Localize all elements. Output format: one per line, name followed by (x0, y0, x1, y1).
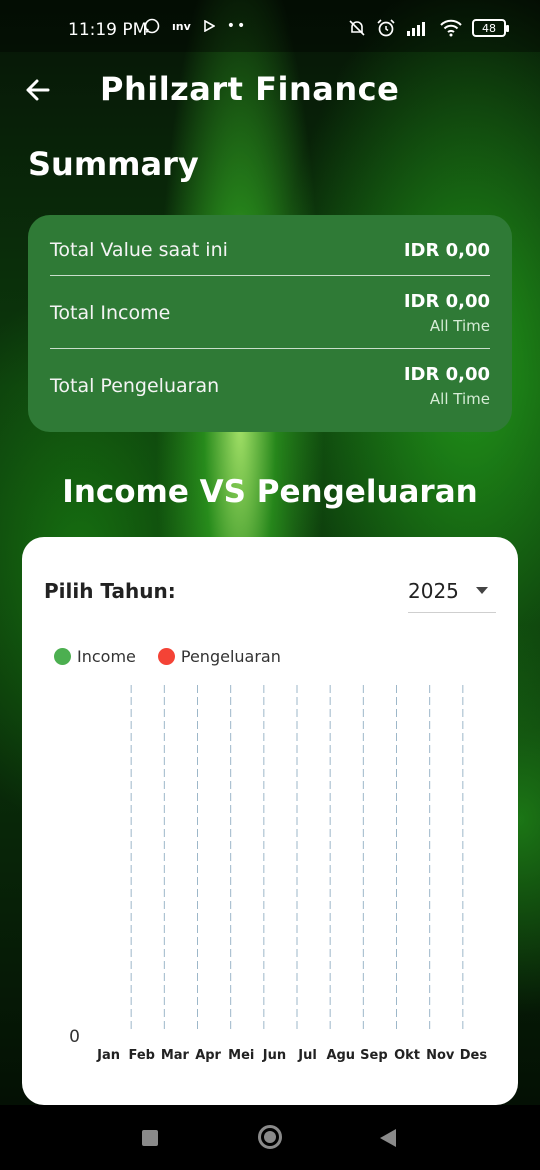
more-dots-icon: •• (226, 18, 248, 34)
summary-row-total-income: Total Income IDR 0,00 All Time (50, 276, 490, 349)
legend-income-dot (54, 648, 71, 665)
summary-row-label: Total Value saat ini (50, 239, 228, 261)
battery-level: 48 (482, 21, 496, 35)
x-tick-label: Apr (195, 1048, 221, 1063)
x-tick-label: Jul (297, 1048, 317, 1063)
play-icon (203, 20, 215, 32)
summary-row-value: IDR 0,00 (403, 364, 490, 385)
x-tick-label: Sep (360, 1048, 388, 1063)
mute-bell-icon (349, 20, 365, 36)
x-tick-label: Mar (161, 1048, 190, 1063)
app-bar: Philzart Finance (0, 52, 540, 128)
year-dropdown[interactable]: 2025 (408, 575, 496, 613)
wifi-icon (440, 19, 462, 37)
summary-row-label: Total Pengeluaran (50, 375, 220, 397)
status-right-icons: 48 (348, 18, 509, 38)
x-tick-label: Agu (326, 1048, 355, 1063)
chart-legend: Income Pengeluaran (54, 647, 281, 666)
app-title: Philzart Finance (100, 70, 400, 108)
arrow-left-icon (26, 79, 50, 101)
summary-row-period: All Time (429, 317, 490, 335)
status-bar: 11:19 PM ınv •• 48 (0, 0, 540, 52)
system-nav-bar (0, 1105, 540, 1170)
summary-title: Summary (28, 145, 199, 183)
y-tick-label: 0 (69, 1027, 80, 1047)
legend-item-income: Income (54, 647, 136, 666)
summary-row-value: IDR 0,00 (403, 291, 490, 312)
summary-row-total-expense: Total Pengeluaran IDR 0,00 All Time (50, 349, 490, 429)
system-back-button[interactable] (380, 1129, 396, 1147)
summary-row-label: Total Income (50, 302, 171, 324)
x-tick-label: Okt (394, 1048, 420, 1063)
year-value: 2025 (408, 579, 459, 603)
battery-icon: 48 (472, 19, 509, 37)
summary-row-total-value: Total Value saat ini IDR 0,00 (50, 215, 490, 276)
legend-income-label: Income (77, 647, 136, 666)
inv-icon: ınv (172, 19, 191, 33)
status-time: 11:19 PM (68, 20, 148, 40)
chart-card: Pilih Tahun: 2025 Income Pengeluaran 0 Ja… (22, 537, 518, 1105)
chart-heading: Income VS Pengeluaran (62, 474, 478, 510)
home-button[interactable] (258, 1125, 282, 1149)
bar-chart: 0 Jan Feb Mar Apr Mei Jun Jul Agu Sep Okt Nov Des (69, 685, 488, 1063)
summary-card: Total Value saat ini IDR 0,00 Total Inco… (28, 215, 512, 432)
x-tick-label: Jun (262, 1048, 286, 1063)
legend-expense-dot (157, 648, 175, 665)
x-tick-label: Nov (426, 1048, 455, 1063)
back-button[interactable] (20, 70, 60, 110)
x-tick-label: Feb (129, 1048, 155, 1063)
x-tick-label: Jan (96, 1048, 120, 1063)
status-left-icons: ınv •• (144, 18, 247, 34)
legend-expense-label: Pengeluaran (180, 647, 281, 666)
x-tick-label: Des (460, 1048, 488, 1063)
x-tick-label: Mei (228, 1048, 254, 1063)
signal-icon (407, 22, 425, 36)
alarm-icon (377, 19, 395, 37)
legend-item-expense: Pengeluaran (157, 647, 281, 666)
dropdown-arrow-icon (476, 587, 488, 594)
summary-row-period: All Time (429, 390, 490, 408)
year-label: Pilih Tahun: (44, 579, 176, 603)
whatsapp-icon (144, 18, 160, 34)
recents-button[interactable] (142, 1130, 158, 1146)
summary-row-value: IDR 0,00 (403, 240, 490, 261)
